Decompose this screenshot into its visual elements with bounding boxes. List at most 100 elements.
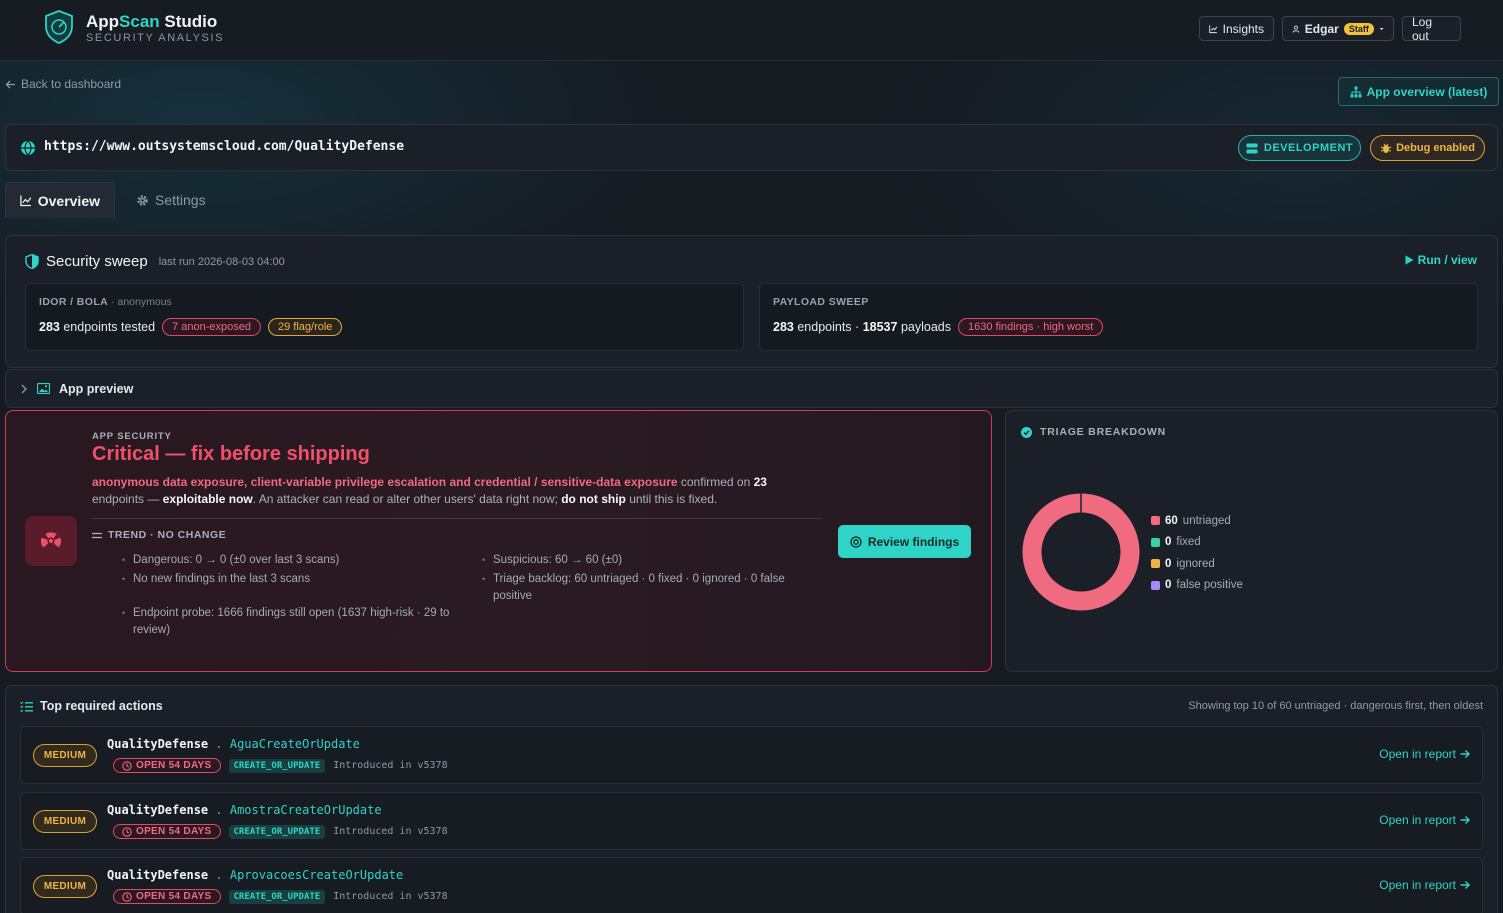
action-row[interactable]: MEDIUM QualityDefense . AprovacoesCreate… <box>20 857 1483 913</box>
security-sweep-panel: Security sweep last run 2026-08-03 04:00… <box>5 235 1498 368</box>
action-function: QualityDefense . AprovacoesCreateOrUpdat… <box>107 868 404 882</box>
operation-tag: CREATE_OR_UPDATE <box>228 889 326 904</box>
legend-item: 60 untriaged <box>1151 510 1243 532</box>
anon-exposed-badge[interactable]: 7 anon-exposed <box>162 318 261 336</box>
legend-swatch <box>1151 559 1160 569</box>
critical-divider <box>92 518 822 519</box>
action-row[interactable]: MEDIUM QualityDefense . AmostraCreateOrU… <box>20 792 1483 850</box>
back-to-dashboard-link[interactable]: Back to dashboard <box>5 77 121 91</box>
critical-description: anonymous data exposure, client-variable… <box>92 475 767 506</box>
trend-bullets-right: Suspicious: 60 → 60 (±0) Triage backlog:… <box>482 552 822 607</box>
brand-subtitle: SECURITY ANALYSIS <box>86 32 225 44</box>
shield-logo-icon <box>45 10 73 44</box>
legend-count: 0 <box>1165 579 1172 592</box>
trend-label: TREND · NO CHANGE <box>92 529 226 541</box>
donut-slice-untriaged <box>1022 493 1140 611</box>
critical-eyebrow: APP SECURITY <box>92 431 172 442</box>
tab-overview[interactable]: Overview <box>5 182 115 218</box>
legend-label: ignored <box>1176 557 1215 570</box>
bug-icon <box>1380 143 1392 153</box>
app-preview-toggle[interactable]: App preview <box>5 369 1498 408</box>
payload-findings-badge[interactable]: 1630 findings · high worst <box>957 318 1104 336</box>
action-function: QualityDefense . AmostraCreateOrUpdate <box>107 803 382 817</box>
triage-breakdown-panel: TRIAGE BREAKDOWN 60 untriaged 0 fixed 0 ignor… <box>1005 410 1498 672</box>
security-sweep-title: Security sweep <box>46 253 148 270</box>
open-days-badge: OPEN 54 DAYS <box>113 758 221 773</box>
app-overview-button[interactable]: App overview (latest) <box>1338 77 1499 106</box>
trend-bullet: Endpoint probe: 1666 findings still open… <box>122 605 467 639</box>
action-row[interactable]: MEDIUM QualityDefense . AguaCreateOrUpda… <box>20 726 1483 784</box>
triage-legend: 60 untriaged 0 fixed 0 ignored 0 false positive <box>1151 510 1243 596</box>
top-required-actions-panel: Top required actions Showing top 10 of 6… <box>5 685 1498 913</box>
flag-role-badge[interactable]: 29 flag/role <box>268 318 343 336</box>
critical-title: Critical — fix before shipping <box>92 443 370 465</box>
shield-half-icon <box>25 254 39 269</box>
critical-status-panel: APP SECURITY Critical — fix before shipp… <box>5 410 992 672</box>
environment-badge: DEVELOPMENT <box>1238 135 1361 161</box>
legend-label: untriaged <box>1182 514 1231 527</box>
open-in-report-link[interactable]: Open in report <box>1379 878 1470 892</box>
open-in-report-link[interactable]: Open in report <box>1379 813 1470 827</box>
actions-note: Showing top 10 of 60 untriaged · dangero… <box>1188 700 1483 712</box>
action-meta: OPEN 54 DAYS CREATE_OR_UPDATE Introduced… <box>113 889 448 904</box>
triage-donut-chart <box>1022 493 1140 611</box>
server-icon <box>1246 143 1258 153</box>
severity-badge: MEDIUM <box>33 744 97 767</box>
brand-title: AppScan Studio <box>86 12 218 31</box>
review-findings-button[interactable]: Review findings <box>838 525 971 558</box>
legend-count: 0 <box>1165 557 1172 570</box>
clock-icon <box>122 891 132 902</box>
payload-sweep-label: PAYLOAD SWEEP <box>773 296 869 308</box>
chart-line-icon <box>1209 24 1218 33</box>
sitemap-icon <box>1350 86 1362 97</box>
legend-count: 0 <box>1165 536 1172 549</box>
action-meta: OPEN 54 DAYS CREATE_OR_UPDATE Introduced… <box>113 824 448 839</box>
clock-icon <box>122 760 132 771</box>
legend-item: 0 ignored <box>1151 553 1243 575</box>
target-url-bar: https://www.outsystemscloud.com/QualityD… <box>5 124 1498 171</box>
run-view-link[interactable]: Run / view <box>1405 253 1477 267</box>
introduced-version: Introduced in v5378 <box>333 826 448 837</box>
chart-line-icon <box>20 195 32 207</box>
severity-badge: MEDIUM <box>33 875 97 898</box>
user-menu-button[interactable]: Edgar Staff <box>1282 16 1394 41</box>
equals-icon <box>92 532 102 538</box>
trend-bullet: Triage backlog: 60 untriaged · 0 fixed ·… <box>482 571 822 605</box>
trend-bullet: Suspicious: 60 → 60 (±0) <box>482 552 822 569</box>
trend-bullet: No new findings in the last 3 scans <box>122 571 467 588</box>
last-run-time: last run 2026-08-03 04:00 <box>158 255 285 268</box>
open-days-badge: OPEN 54 DAYS <box>113 824 221 839</box>
clock-icon <box>122 826 132 837</box>
operation-tag: CREATE_OR_UPDATE <box>228 824 326 839</box>
image-icon <box>37 383 50 394</box>
security-sweep-header: Security sweep last run 2026-08-03 04:00 <box>25 253 285 270</box>
idor-summary: 283 endpoints tested 7 anon-exposed 29 f… <box>39 318 343 336</box>
idor-card: IDOR / BOLA · anonymous 283 endpoints te… <box>25 283 744 351</box>
action-function: QualityDefense . AguaCreateOrUpdate <box>107 737 360 751</box>
legend-swatch <box>1151 537 1160 547</box>
gear-icon <box>137 194 148 206</box>
chevron-down-icon <box>1379 27 1384 30</box>
tab-settings[interactable]: Settings <box>122 182 220 218</box>
legend-item: 0 fixed <box>1151 532 1243 554</box>
check-circle-icon <box>1021 426 1032 438</box>
arrow-right-icon <box>1460 881 1470 889</box>
arrow-left-icon <box>5 80 15 88</box>
globe-icon <box>21 140 35 156</box>
chevron-right-icon <box>21 384 27 393</box>
staff-badge: Staff <box>1343 22 1374 35</box>
legend-label: false positive <box>1176 579 1243 592</box>
trend-bullets-left: Dangerous: 0 → 0 (±0 over last 3 scans) … <box>122 552 467 641</box>
target-url: https://www.outsystemscloud.com/QualityD… <box>44 139 405 154</box>
severity-badge: MEDIUM <box>33 810 97 833</box>
payload-sweep-card: PAYLOAD SWEEP 283 endpoints · 18537 payl… <box>759 283 1478 351</box>
user-name: Edgar <box>1304 21 1339 36</box>
target-icon <box>850 535 862 548</box>
introduced-version: Introduced in v5378 <box>333 760 448 771</box>
introduced-version: Introduced in v5378 <box>333 891 448 902</box>
logout-button[interactable]: Log out <box>1402 15 1461 43</box>
insights-button[interactable]: Insights <box>1199 16 1274 41</box>
action-meta: OPEN 54 DAYS CREATE_OR_UPDATE Introduced… <box>113 758 448 773</box>
open-in-report-link[interactable]: Open in report <box>1379 747 1470 761</box>
arrow-right-icon <box>1460 816 1470 824</box>
